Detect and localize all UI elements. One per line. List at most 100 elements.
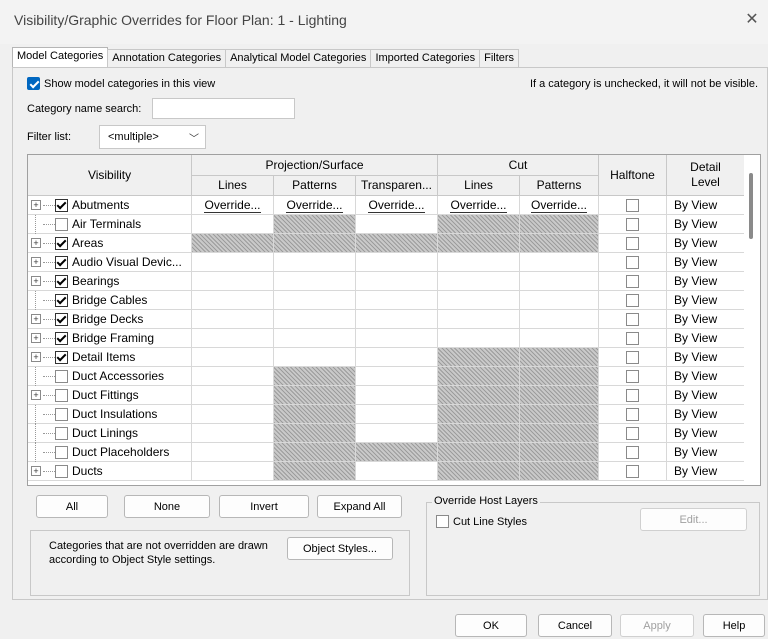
projection-lines-cell[interactable] (192, 272, 274, 291)
show-model-categories-checkbox[interactable] (27, 77, 40, 90)
projection-lines-cell[interactable] (192, 367, 274, 386)
halftone-cell[interactable] (599, 367, 667, 386)
halftone-cell[interactable] (599, 234, 667, 253)
projection-patterns-cell[interactable] (274, 443, 356, 462)
cut-lines-cell[interactable] (438, 234, 520, 253)
transparency-cell[interactable] (356, 348, 438, 367)
halftone-cell[interactable] (599, 253, 667, 272)
projection-lines-cell[interactable] (192, 253, 274, 272)
tab-imported-categories[interactable]: Imported Categories (370, 49, 481, 67)
cut-lines-cell[interactable] (438, 386, 520, 405)
halftone-checkbox[interactable] (626, 256, 639, 269)
halftone-cell[interactable] (599, 215, 667, 234)
category-name-cell[interactable]: + Abutments (28, 196, 192, 215)
cut-lines-cell[interactable] (438, 443, 520, 462)
cut-lines-cell[interactable] (438, 291, 520, 310)
expand-icon[interactable]: + (31, 390, 41, 400)
table-row[interactable]: + Detail Items By View (28, 348, 745, 367)
detail-level-cell[interactable]: By View (667, 443, 745, 462)
transparency-cell[interactable] (356, 367, 438, 386)
transparency-cell[interactable] (356, 329, 438, 348)
halftone-checkbox[interactable] (626, 237, 639, 250)
transparency-cell[interactable] (356, 291, 438, 310)
category-visibility-checkbox[interactable] (55, 199, 68, 212)
expand-icon[interactable]: + (31, 257, 41, 267)
category-visibility-checkbox[interactable] (55, 408, 68, 421)
category-name-cell[interactable]: + Ducts (28, 462, 192, 481)
category-name-cell[interactable]: Air Terminals (28, 215, 192, 234)
category-name-cell[interactable]: Duct Placeholders (28, 443, 192, 462)
projection-patterns-cell[interactable]: Override... (274, 196, 356, 215)
table-row[interactable]: Duct Accessories By View (28, 367, 745, 386)
projection-lines-cell[interactable] (192, 405, 274, 424)
halftone-cell[interactable] (599, 424, 667, 443)
header-visibility[interactable]: Visibility (28, 155, 192, 196)
projection-patterns-cell[interactable] (274, 215, 356, 234)
category-name-cell[interactable]: Bridge Cables (28, 291, 192, 310)
table-row[interactable]: + Ducts By View (28, 462, 745, 481)
cut-patterns-cell[interactable] (520, 310, 599, 329)
override-button[interactable]: Override... (368, 198, 425, 213)
cut-lines-cell[interactable] (438, 348, 520, 367)
cut-patterns-cell[interactable] (520, 291, 599, 310)
category-name-cell[interactable]: + Bridge Decks (28, 310, 192, 329)
category-visibility-checkbox[interactable] (55, 370, 68, 383)
cut-line-styles-checkbox[interactable] (436, 515, 449, 528)
cut-patterns-cell[interactable]: Override... (520, 196, 599, 215)
cut-patterns-cell[interactable] (520, 348, 599, 367)
projection-patterns-cell[interactable] (274, 405, 356, 424)
transparency-cell[interactable] (356, 253, 438, 272)
tab-annotation-categories[interactable]: Annotation Categories (107, 49, 227, 67)
category-name-cell[interactable]: + Duct Fittings (28, 386, 192, 405)
detail-level-cell[interactable]: By View (667, 310, 745, 329)
halftone-checkbox[interactable] (626, 199, 639, 212)
halftone-cell[interactable] (599, 272, 667, 291)
table-row[interactable]: Air Terminals By View (28, 215, 745, 234)
help-button[interactable]: Help (703, 614, 765, 637)
category-visibility-checkbox[interactable] (55, 294, 68, 307)
cut-patterns-cell[interactable] (520, 234, 599, 253)
projection-lines-cell[interactable] (192, 310, 274, 329)
projection-patterns-cell[interactable] (274, 329, 356, 348)
cut-lines-cell[interactable] (438, 310, 520, 329)
cut-patterns-cell[interactable] (520, 253, 599, 272)
show-model-categories-row[interactable]: Show model categories in this view (27, 77, 215, 90)
category-name-cell[interactable]: + Areas (28, 234, 192, 253)
halftone-cell[interactable] (599, 291, 667, 310)
cut-lines-cell[interactable] (438, 329, 520, 348)
projection-lines-cell[interactable] (192, 462, 274, 481)
detail-level-cell[interactable]: By View (667, 272, 745, 291)
detail-level-cell[interactable]: By View (667, 367, 745, 386)
invert-button[interactable]: Invert (219, 495, 309, 518)
detail-level-cell[interactable]: By View (667, 329, 745, 348)
detail-level-cell[interactable]: By View (667, 386, 745, 405)
ok-button[interactable]: OK (455, 614, 527, 637)
category-visibility-checkbox[interactable] (55, 389, 68, 402)
expand-icon[interactable]: + (31, 200, 41, 210)
projection-lines-cell[interactable] (192, 234, 274, 253)
cut-lines-cell[interactable] (438, 367, 520, 386)
cut-line-styles-row[interactable]: Cut Line Styles (436, 515, 527, 528)
cut-patterns-cell[interactable] (520, 367, 599, 386)
cut-patterns-cell[interactable] (520, 424, 599, 443)
halftone-checkbox[interactable] (626, 275, 639, 288)
cut-lines-cell[interactable]: Override... (438, 196, 520, 215)
halftone-checkbox[interactable] (626, 427, 639, 440)
expand-icon[interactable]: + (31, 314, 41, 324)
tab-analytical-model-categories[interactable]: Analytical Model Categories (225, 49, 372, 67)
expand-icon[interactable]: + (31, 466, 41, 476)
cut-patterns-cell[interactable] (520, 443, 599, 462)
table-row[interactable]: Bridge Cables By View (28, 291, 745, 310)
cut-patterns-cell[interactable] (520, 386, 599, 405)
halftone-cell[interactable] (599, 196, 667, 215)
cut-lines-cell[interactable] (438, 424, 520, 443)
cut-lines-cell[interactable] (438, 253, 520, 272)
header-cut-patterns[interactable]: Patterns (520, 176, 599, 196)
transparency-cell[interactable] (356, 424, 438, 443)
category-visibility-checkbox[interactable] (55, 256, 68, 269)
tab-model-categories[interactable]: Model Categories (12, 47, 109, 67)
category-name-cell[interactable]: + Bridge Framing (28, 329, 192, 348)
category-search-input[interactable] (152, 98, 295, 119)
table-scrollbar[interactable] (744, 155, 760, 485)
expand-icon[interactable]: + (31, 238, 41, 248)
